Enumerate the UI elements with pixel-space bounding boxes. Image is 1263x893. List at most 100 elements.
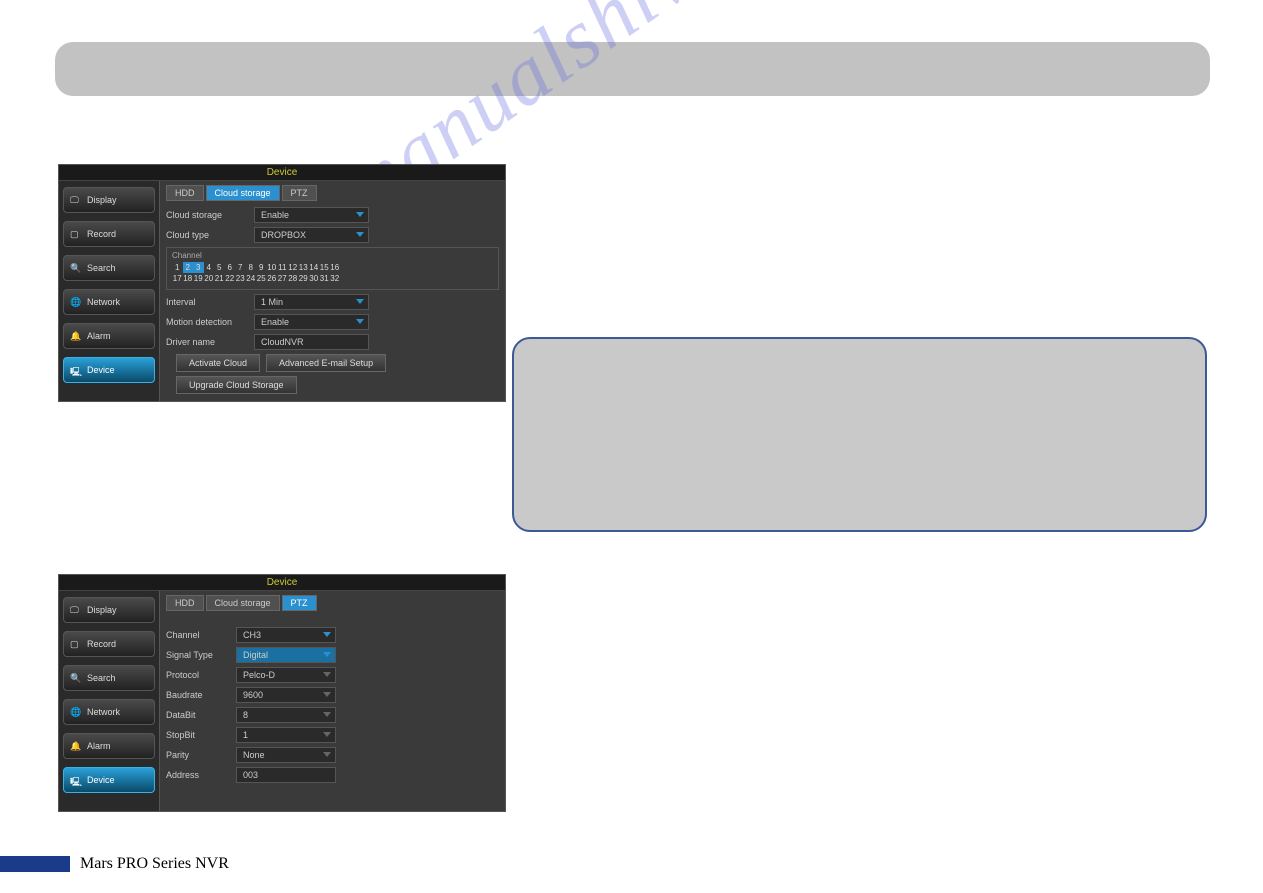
select-signal-type[interactable]: Digital: [236, 647, 336, 663]
channel-cell[interactable]: 1: [172, 262, 183, 273]
select-cloud-storage[interactable]: Enable: [254, 207, 369, 223]
sidebar-item-display[interactable]: 🖵Display: [63, 187, 155, 213]
panel-title: Device: [59, 575, 505, 591]
device-icon: 🖳: [70, 365, 82, 375]
channel-cell[interactable]: 25: [256, 273, 267, 284]
chevron-down-icon: [323, 652, 331, 657]
channel-cell[interactable]: 24: [246, 273, 257, 284]
chevron-down-icon: [323, 692, 331, 697]
channel-cell[interactable]: 31: [319, 273, 330, 284]
channel-cell[interactable]: 5: [214, 262, 225, 273]
channel-cell[interactable]: 15: [319, 262, 330, 273]
select-stopbit[interactable]: 1: [236, 727, 336, 743]
chevron-down-icon: [323, 732, 331, 737]
tab-ptz[interactable]: PTZ: [282, 185, 317, 201]
channel-cell[interactable]: 14: [309, 262, 320, 273]
select-baudrate[interactable]: 9600: [236, 687, 336, 703]
channel-cell[interactable]: 13: [298, 262, 309, 273]
channel-cell[interactable]: 18: [183, 273, 194, 284]
select-cloud-type[interactable]: DROPBOX: [254, 227, 369, 243]
channel-cell[interactable]: 22: [225, 273, 236, 284]
channel-cell[interactable]: 10: [267, 262, 278, 273]
footer-bar: [0, 856, 70, 872]
sidebar-item-alarm[interactable]: 🔔Alarm: [63, 733, 155, 759]
search-icon: 🔍: [70, 673, 82, 683]
tabs: HDD Cloud storage PTZ: [166, 185, 499, 201]
channel-cell[interactable]: 16: [330, 262, 341, 273]
channel-cell[interactable]: 7: [235, 262, 246, 273]
select-databit[interactable]: 8: [236, 707, 336, 723]
bell-icon: 🔔: [70, 331, 82, 341]
channel-cell[interactable]: 8: [246, 262, 257, 273]
channel-cell[interactable]: 30: [309, 273, 320, 284]
globe-icon: 🌐: [70, 297, 82, 307]
input-address[interactable]: 003: [236, 767, 336, 783]
tab-ptz[interactable]: PTZ: [282, 595, 317, 611]
label-signal-type: Signal Type: [166, 650, 236, 660]
info-box: [512, 337, 1207, 532]
tab-hdd[interactable]: HDD: [166, 595, 204, 611]
device-panel-ptz: Device 🖵Display ▢Record 🔍 Search 🌐Network…: [58, 574, 506, 812]
sidebar-item-device[interactable]: 🖳Device: [63, 767, 155, 793]
select-motion[interactable]: Enable: [254, 314, 369, 330]
sidebar-item-search[interactable]: 🔍 Search: [63, 665, 155, 691]
tab-cloud-storage[interactable]: Cloud storage: [206, 185, 280, 201]
select-interval[interactable]: 1 Min: [254, 294, 369, 310]
channel-cell[interactable]: 26: [267, 273, 278, 284]
sidebar-item-label: Search: [87, 263, 116, 273]
tab-hdd[interactable]: HDD: [166, 185, 204, 201]
advanced-email-button[interactable]: Advanced E-mail Setup: [266, 354, 386, 372]
select-parity[interactable]: None: [236, 747, 336, 763]
chevron-down-icon: [356, 299, 364, 304]
channel-cell[interactable]: 17: [172, 273, 183, 284]
sidebar-item-label: Network: [87, 297, 120, 307]
select-protocol[interactable]: Pelco-D: [236, 667, 336, 683]
activate-cloud-button[interactable]: Activate Cloud: [176, 354, 260, 372]
sidebar-item-network[interactable]: 🌐Network: [63, 699, 155, 725]
label-interval: Interval: [166, 297, 254, 307]
chevron-down-icon: [323, 752, 331, 757]
sidebar-item-record[interactable]: ▢Record: [63, 221, 155, 247]
label-cloud-type: Cloud type: [166, 230, 254, 240]
channel-cell[interactable]: 20: [204, 273, 215, 284]
sidebar-item-label: Device: [87, 365, 115, 375]
chevron-down-icon: [356, 212, 364, 217]
channel-cell[interactable]: 9: [256, 262, 267, 273]
channel-cell[interactable]: 11: [277, 262, 288, 273]
channel-cell[interactable]: 23: [235, 273, 246, 284]
sidebar-item-search[interactable]: 🔍Search: [63, 255, 155, 281]
channel-cell[interactable]: 4: [204, 262, 215, 273]
channel-cell[interactable]: 29: [298, 273, 309, 284]
channel-cell[interactable]: 6: [225, 262, 236, 273]
chevron-down-icon: [323, 672, 331, 677]
tab-cloud-storage[interactable]: Cloud storage: [206, 595, 280, 611]
select-channel[interactable]: CH3: [236, 627, 336, 643]
channel-box: Channel 12345678910111213141516171819202…: [166, 247, 499, 290]
channel-cell[interactable]: 27: [277, 273, 288, 284]
channel-cell[interactable]: 21: [214, 273, 225, 284]
label-channel: Channel: [172, 251, 202, 260]
sidebar-item-alarm[interactable]: 🔔Alarm: [63, 323, 155, 349]
channel-cell[interactable]: 28: [288, 273, 299, 284]
sidebar-item-device[interactable]: 🖳 Device: [63, 357, 155, 383]
label-parity: Parity: [166, 750, 236, 760]
content-area: HDD Cloud storage PTZ Cloud storage Enabl…: [159, 181, 505, 401]
panel-title: Device: [59, 165, 505, 181]
channel-cell[interactable]: 19: [193, 273, 204, 284]
sidebar: 🖵Display ▢Record 🔍Search 🌐 Network 🔔Alarm…: [59, 181, 159, 401]
channel-cell[interactable]: 2: [183, 262, 194, 273]
sidebar-item-record[interactable]: ▢Record: [63, 631, 155, 657]
footer: Mars PRO Series NVR: [0, 855, 229, 873]
sidebar-item-display[interactable]: 🖵Display: [63, 597, 155, 623]
device-panel-cloud: Device 🖵Display ▢Record 🔍Search 🌐 Network…: [58, 164, 506, 402]
channel-cell[interactable]: 12: [288, 262, 299, 273]
channel-cell[interactable]: 3: [193, 262, 204, 273]
sidebar-item-label: Search: [87, 673, 116, 683]
channel-cell[interactable]: 32: [330, 273, 341, 284]
monitor-icon: 🖵: [70, 195, 82, 205]
sidebar-item-network[interactable]: 🌐 Network: [63, 289, 155, 315]
input-driver-name[interactable]: CloudNVR: [254, 334, 369, 350]
upgrade-cloud-button[interactable]: Upgrade Cloud Storage: [176, 376, 297, 394]
globe-icon: 🌐: [70, 707, 82, 717]
channel-grid[interactable]: 1234567891011121314151617181920212223242…: [172, 262, 493, 284]
